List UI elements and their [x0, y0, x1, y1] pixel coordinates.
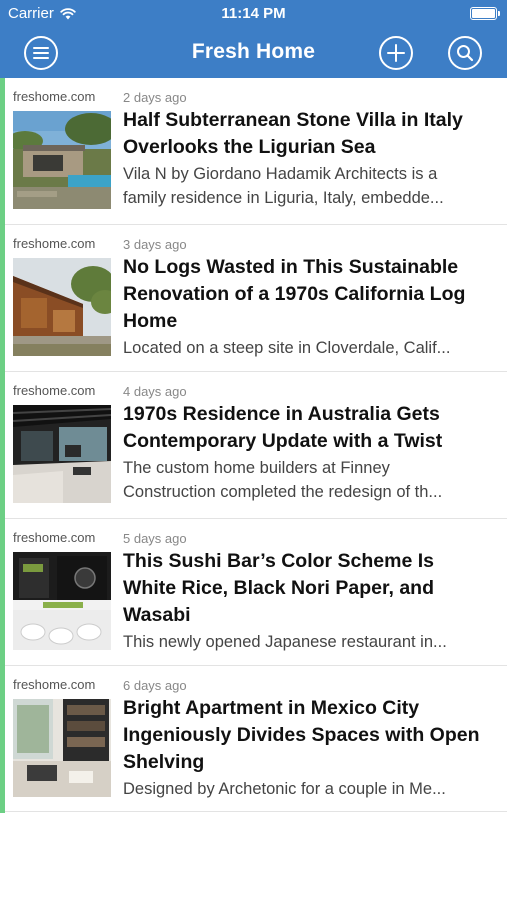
article-title: 1970s Residence in Australia Gets Contem… [123, 401, 501, 455]
search-button[interactable] [448, 36, 482, 70]
article-title: Half Subterranean Stone Villa in Italy O… [123, 107, 501, 161]
article-age: 4 days ago [123, 384, 187, 399]
page-title: Fresh Home [191, 40, 316, 63]
article-source: freshome.com [13, 89, 96, 104]
article-thumbnail [13, 699, 111, 797]
article-item[interactable]: freshome.com 3 days ago No Logs Wasted i… [5, 225, 507, 372]
article-thumbnail [13, 552, 111, 650]
article-thumbnail [13, 111, 111, 209]
article-title-line: Bright Apartment in Mexico City [123, 697, 420, 719]
sushi-bar-image [13, 552, 111, 650]
article-excerpt: This newly opened Japanese restaurant in… [123, 630, 495, 654]
article-title-line: Renovation of a 1970s California Log [123, 283, 466, 305]
article-source: freshome.com [13, 677, 96, 692]
article-excerpt-line: This newly opened Japanese restaurant in… [123, 633, 447, 651]
status-time: 11:14 PM [221, 5, 286, 22]
article-source: freshome.com [13, 383, 96, 398]
article-item[interactable]: freshome.com 2 days ago Half Subterranea… [5, 78, 507, 225]
article-title-line: 1970s Residence in Australia Gets [123, 403, 440, 425]
article-title-line: Shelving [123, 751, 205, 773]
article-age: 6 days ago [123, 678, 187, 693]
article-excerpt-line: Designed by Archetonic for a couple in M… [123, 780, 446, 798]
article-excerpt-line: The custom home builders at Finney [123, 459, 390, 477]
article-title-line: Home [123, 310, 178, 332]
article-title-line: Ingeniously Divides Spaces with Open [123, 724, 480, 746]
article-title-line: No Logs Wasted in This Sustainable [123, 256, 459, 278]
article-title-line: Contemporary Update with a Twist [123, 430, 443, 452]
article-excerpt: The custom home builders at Finney Const… [123, 456, 495, 504]
article-source: freshome.com [13, 530, 96, 545]
article-feed: freshome.com 2 days ago Half Subterranea… [0, 78, 507, 813]
article-item[interactable]: freshome.com 5 days ago This Sushi Bar’s… [5, 519, 507, 666]
article-age: 3 days ago [123, 237, 187, 252]
article-title-line: Overlooks the Ligurian Sea [123, 136, 376, 158]
article-excerpt: Vila N by Giordano Hadamik Architects is… [123, 162, 495, 210]
nav-bar: Fresh Home [0, 28, 507, 78]
article-excerpt: Located on a steep site in Cloverdale, C… [123, 336, 495, 360]
article-excerpt-line: Construction completed the redesign of t… [123, 483, 443, 501]
add-button[interactable] [379, 36, 413, 70]
search-icon [457, 45, 474, 62]
battery-level [472, 9, 495, 18]
plus-circle-icon [387, 44, 405, 62]
status-bar: Carrier 11:14 PM [0, 0, 507, 28]
article-excerpt: Designed by Archetonic for a couple in M… [123, 777, 495, 801]
article-excerpt-line: Located on a steep site in Cloverdale, C… [123, 339, 451, 357]
article-title-line: This Sushi Bar’s Color Scheme Is [123, 550, 435, 572]
article-title: No Logs Wasted in This Sustainable Renov… [123, 254, 501, 335]
apartment-image [13, 699, 111, 797]
article-item[interactable]: freshome.com 4 days ago 1970s Residence … [5, 372, 507, 519]
article-thumbnail [13, 258, 111, 356]
residence-interior-image [13, 405, 111, 503]
article-thumbnail [13, 405, 111, 503]
article-title: This Sushi Bar’s Color Scheme Is White R… [123, 548, 501, 629]
article-title-line: Half Subterranean Stone Villa in Italy [123, 109, 463, 131]
article-item[interactable]: freshome.com 6 days ago Bright Apartment… [5, 666, 507, 812]
article-excerpt-line: Vila N by Giordano Hadamik Architects is… [123, 165, 438, 183]
article-excerpt-line: family residence in Liguria, Italy, embe… [123, 189, 444, 207]
article-source: freshome.com [13, 236, 96, 251]
article-title-line: Wasabi [123, 604, 191, 626]
battery-icon [470, 7, 500, 20]
article-age: 5 days ago [123, 531, 187, 546]
article-age: 2 days ago [123, 90, 187, 105]
log-home-image [13, 258, 111, 356]
stone-villa-image [13, 111, 111, 209]
article-title-line: White Rice, Black Nori Paper, and [123, 577, 435, 599]
article-title: Bright Apartment in Mexico City Ingeniou… [123, 695, 501, 776]
